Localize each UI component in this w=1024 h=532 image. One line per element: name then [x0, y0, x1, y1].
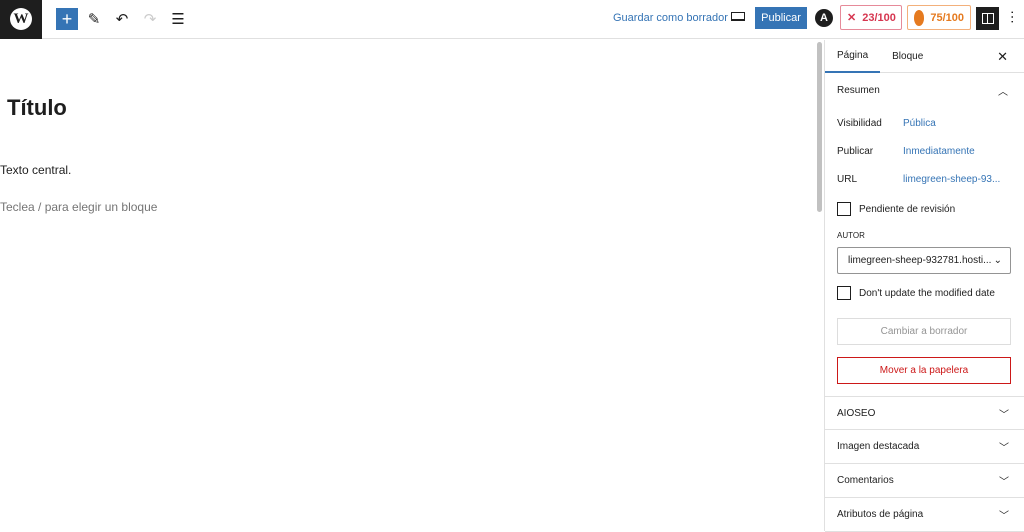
move-to-trash-button[interactable]: Mover a la papelera: [837, 357, 1011, 384]
publish-button[interactable]: Publicar: [755, 7, 807, 29]
chevron-down-icon: ﹀: [999, 511, 1009, 522]
publish-row: Publicar Inmediatamente: [837, 146, 975, 157]
section-title: Comentarios: [837, 475, 894, 486]
publish-label: Publicar: [837, 146, 874, 157]
block-placeholder[interactable]: Teclea / para elegir un bloque: [0, 200, 157, 214]
tab-block[interactable]: Bloque: [880, 40, 935, 73]
summary-panel-toggle[interactable]: Resumen ︿: [825, 73, 1024, 107]
author-label: Autor: [837, 231, 865, 240]
settings-sidebar: Página Bloque ✕ Resumen ︿ Visibilidad Públ…: [824, 40, 1024, 532]
close-icon[interactable]: ✕: [997, 49, 1008, 65]
redo-icon[interactable]: ↷: [138, 7, 162, 31]
undo-icon[interactable]: ↶: [110, 7, 134, 31]
seo-score-button[interactable]: ✕ 23/100: [840, 5, 902, 30]
url-label: URL: [837, 174, 858, 185]
pending-review-label: Pendiente de revisión: [859, 203, 956, 215]
chevron-down-icon: ﹀: [999, 443, 1009, 454]
no-update-date-checkbox[interactable]: Don't update the modified date: [837, 286, 995, 300]
add-block-button[interactable]: +: [56, 8, 78, 30]
chevron-up-icon: ︿: [998, 86, 1008, 98]
scrollbar-thumb[interactable]: [817, 42, 822, 212]
summary-heading: Resumen: [837, 84, 880, 96]
visibility-link[interactable]: Pública: [903, 118, 936, 129]
editor-scrollbar[interactable]: [814, 40, 824, 531]
checkbox[interactable]: [837, 286, 851, 300]
post-title[interactable]: Título: [7, 95, 67, 121]
seo-icon: ✕: [847, 12, 857, 24]
preview-icon[interactable]: [731, 12, 745, 21]
more-options-icon[interactable]: ⋯: [1005, 10, 1021, 24]
no-update-date-label: Don't update the modified date: [859, 287, 995, 299]
readability-icon: [914, 9, 925, 26]
paragraph-block[interactable]: Texto central.: [0, 163, 71, 177]
readability-score-button[interactable]: 75/100: [907, 5, 971, 30]
visibility-label: Visibilidad: [837, 118, 882, 129]
switch-to-draft-button[interactable]: Cambiar a borrador: [837, 318, 1011, 345]
checkbox[interactable]: [837, 202, 851, 216]
document-overview-icon[interactable]: ☰: [166, 7, 190, 31]
author-select[interactable]: limegreen-sheep-932781.hosti... ⌄: [837, 247, 1011, 274]
edit-tool-icon[interactable]: ✎: [82, 7, 106, 31]
page-attributes-panel-toggle[interactable]: Atributos de página ﹀: [825, 498, 1024, 532]
settings-sidebar-toggle[interactable]: [976, 7, 999, 30]
wordpress-logo[interactable]: W: [0, 0, 42, 39]
author-value: limegreen-sheep-932781.hosti...: [848, 255, 992, 266]
url-row: URL limegreen-sheep-93...: [837, 174, 1000, 185]
publish-date-link[interactable]: Inmediatamente: [903, 146, 975, 157]
featured-image-panel-toggle[interactable]: Imagen destacada ﹀: [825, 430, 1024, 464]
chevron-down-icon: ﹀: [999, 477, 1009, 488]
astra-icon[interactable]: A: [815, 9, 833, 27]
sidebar-icon: [981, 13, 994, 24]
visibility-row: Visibilidad Pública: [837, 118, 936, 129]
tab-page[interactable]: Página: [825, 40, 881, 73]
url-link[interactable]: limegreen-sheep-93...: [903, 174, 1000, 185]
comments-panel-toggle[interactable]: Comentarios ﹀: [825, 464, 1024, 498]
section-title: Imagen destacada: [837, 441, 920, 452]
chevron-down-icon: ⌄: [993, 255, 1002, 266]
chevron-down-icon: ﹀: [999, 409, 1009, 421]
save-draft-button[interactable]: Guardar como borrador: [613, 12, 728, 24]
section-title: AIOSEO: [837, 407, 876, 419]
pending-review-checkbox[interactable]: Pendiente de revisión: [837, 202, 955, 216]
section-title: Atributos de página: [837, 509, 924, 520]
aioseo-panel-toggle[interactable]: AIOSEO ﹀: [825, 396, 1024, 430]
